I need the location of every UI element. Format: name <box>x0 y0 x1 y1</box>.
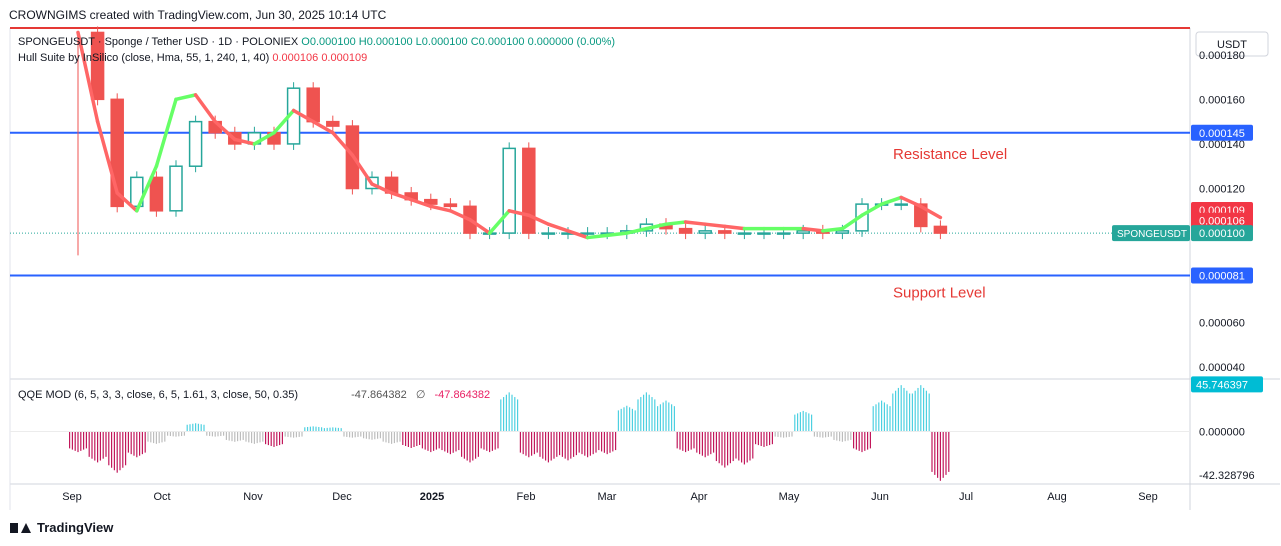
candle-body <box>522 147 536 234</box>
tradingview-footer[interactable]: TradingView <box>10 520 113 535</box>
symbol-tag: SPONGEUSDT <box>1117 229 1187 240</box>
low-value: L0.000100 <box>415 36 468 48</box>
time-tick: Dec <box>332 491 352 503</box>
candle-body <box>502 147 516 234</box>
hull-segment <box>664 220 688 226</box>
candle-body <box>443 203 458 208</box>
qqe-zero-label: 0.000000 <box>1199 427 1245 439</box>
high-value: H0.000100 <box>358 36 413 48</box>
candle-body <box>149 176 164 212</box>
change-value: 0.000000 (0.00%) <box>527 36 616 48</box>
footer-brand: TradingView <box>37 520 114 535</box>
time-tick: Sep <box>62 491 82 503</box>
time-tick: Jul <box>959 491 973 503</box>
time-tick: Sep <box>1138 491 1158 503</box>
hull-segment <box>879 195 903 206</box>
candle-body <box>698 230 712 234</box>
last-price-badge: 0.000100 <box>1199 228 1245 240</box>
resistance-badge: 0.000145 <box>1199 128 1245 140</box>
candle-body <box>737 232 752 235</box>
close-value: C0.000100 <box>470 36 525 48</box>
hull-segment <box>821 226 845 233</box>
qqe-value-2: -47.864382 <box>434 389 491 401</box>
hull-segment <box>703 222 727 229</box>
hull-segment <box>193 93 217 124</box>
symbol-name: SPONGEUSDT · Sponge / Tether USD · 1D · … <box>18 36 299 48</box>
chart-canvas[interactable]: Resistance LevelSupport Level USDT0.0001… <box>0 0 1281 546</box>
time-tick: May <box>779 491 800 503</box>
candle-body <box>894 203 908 206</box>
candle-body <box>169 165 183 212</box>
candle-body <box>933 225 948 234</box>
time-tick: Nov <box>243 491 263 503</box>
hull-legend[interactable]: Hull Suite by InSilico (close, Hma, 55, … <box>18 52 367 64</box>
tradingview-logo-icon <box>10 522 32 534</box>
hull-segment <box>723 224 747 231</box>
resistance-annotation: Resistance Level <box>893 146 1007 163</box>
level-lines: Resistance Level Support Level <box>10 27 1190 301</box>
candle-body <box>796 230 810 234</box>
time-tick: Apr <box>690 491 707 503</box>
candle-body <box>580 232 595 235</box>
candle-body <box>678 227 693 234</box>
hull-segment <box>585 233 609 240</box>
time-tick: 2025 <box>420 491 444 503</box>
hull-segment <box>625 226 649 235</box>
qqe-label: QQE MOD (6, 5, 3, 3, close, 6, 5, 1.61, … <box>18 389 299 401</box>
candle-body <box>306 87 320 123</box>
symbol-legend[interactable]: SPONGEUSDT · Sponge / Tether USD · 1D · … <box>18 36 615 48</box>
hull-segment <box>801 226 825 233</box>
candle-body <box>326 120 340 127</box>
price-tick: 0.000040 <box>1199 362 1245 374</box>
support-annotation: Support Level <box>893 284 986 301</box>
price-tick: 0.000120 <box>1199 184 1245 196</box>
hull-value-1: 0.000106 <box>272 52 319 64</box>
hull-segment <box>605 231 629 238</box>
price-tick: 0.000160 <box>1199 94 1245 106</box>
price-tick: 0.000180 <box>1199 50 1245 62</box>
open-value: O0.000100 <box>301 36 356 48</box>
qqe-top-badge: 45.746397 <box>1196 379 1248 391</box>
qqe-bottom-label: -42.328796 <box>1199 470 1255 482</box>
time-tick: Aug <box>1047 491 1067 503</box>
hull-segment <box>174 93 198 102</box>
candle-body <box>718 230 732 234</box>
time-tick: Mar <box>598 491 617 503</box>
candle-body <box>188 120 203 167</box>
hull-value-2: 0.000109 <box>321 52 368 64</box>
candle-body <box>835 230 850 234</box>
time-tick: Oct <box>153 491 170 503</box>
candle-body <box>776 232 791 235</box>
qqe-legend[interactable]: QQE MOD (6, 5, 3, 3, close, 6, 5, 1.61, … <box>18 388 490 401</box>
qqe-value-1: -47.864382 <box>351 389 407 401</box>
hull-segment <box>546 222 570 233</box>
time-tick: Jun <box>871 491 889 503</box>
support-badge: 0.000081 <box>1199 270 1245 282</box>
hull-segment <box>683 220 707 226</box>
hull-label: Hull Suite by InSilico (close, Hma, 55, … <box>18 52 270 64</box>
price-tick: 0.000060 <box>1199 317 1245 329</box>
candle-body <box>757 232 771 235</box>
time-tick: Feb <box>517 491 536 503</box>
qqe-sep: ∅ <box>415 389 426 401</box>
candle-body <box>541 232 556 235</box>
